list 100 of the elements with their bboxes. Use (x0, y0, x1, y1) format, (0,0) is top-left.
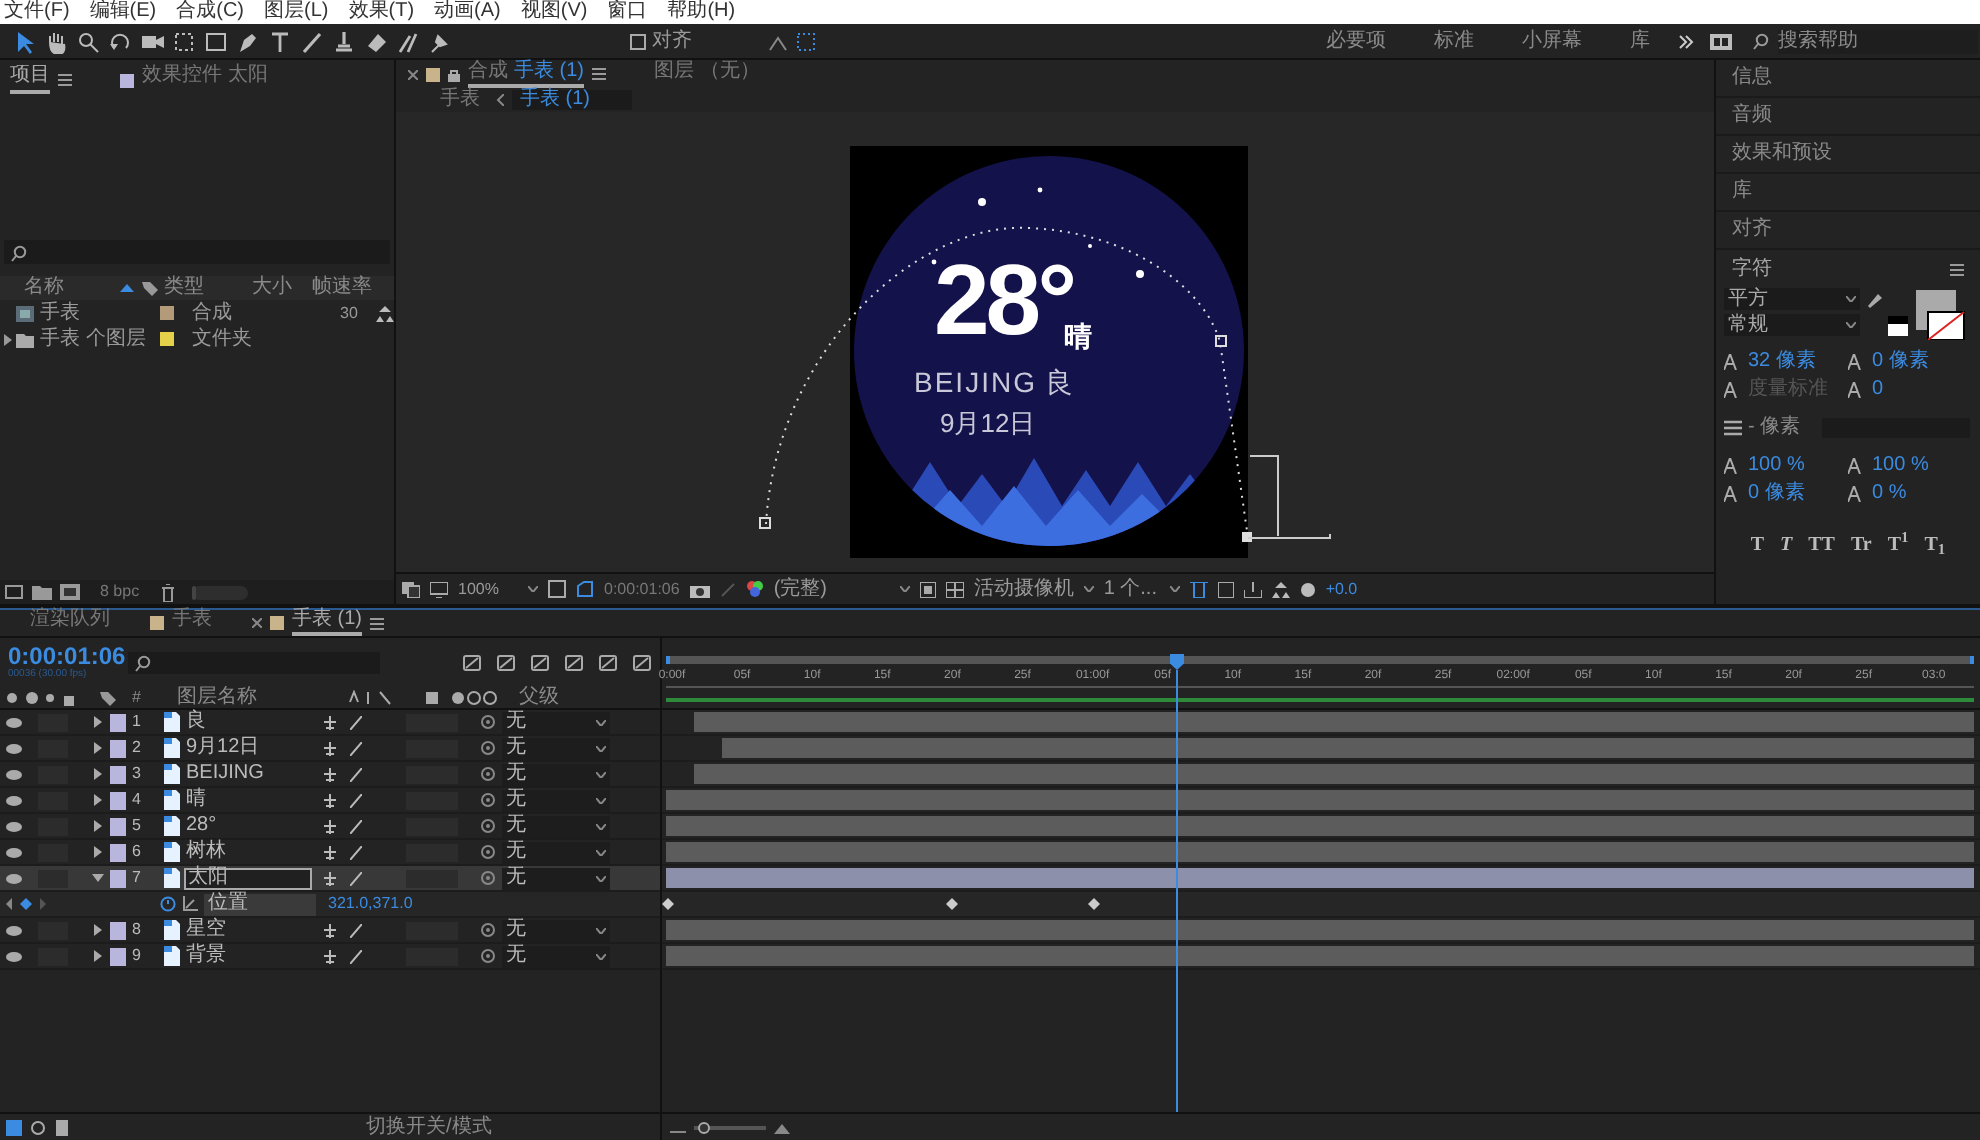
layer-switches-toggle-icon[interactable] (6, 1119, 22, 1135)
color-channels-icon[interactable] (745, 580, 764, 598)
toggle-switches-modes-button[interactable]: 切换开关/模式 (366, 1117, 492, 1137)
composition-flowchart-icon[interactable] (462, 652, 482, 672)
layer-name[interactable]: 晴 (184, 789, 312, 811)
bit-depth-button[interactable]: 8 bpc (100, 584, 140, 600)
transparency-grid-icon[interactable] (945, 581, 964, 597)
shy-layers-icon[interactable] (530, 652, 550, 672)
text-style-button[interactable]: T$_{1}$ (1924, 536, 1946, 556)
switch-cells[interactable] (406, 713, 458, 731)
workspace-tab[interactable]: 小屏幕 (1522, 31, 1582, 51)
layer-name[interactable]: 太阳 (184, 867, 312, 889)
expand-arrow-icon[interactable] (4, 333, 12, 345)
timeline-zoom-slider[interactable] (694, 1121, 766, 1133)
expand-toggle[interactable] (92, 820, 104, 832)
views-dropdown[interactable]: 1 个... (1103, 579, 1180, 599)
panel-section[interactable]: 效果和预设 (1716, 136, 1980, 174)
parent-dropdown[interactable]: 无 (502, 737, 610, 759)
export-icon[interactable] (1243, 581, 1262, 597)
snap-checkbox[interactable]: 对齐 (630, 31, 692, 51)
parent-dropdown[interactable]: 无 (502, 789, 610, 811)
panel-section[interactable]: 音频 (1716, 98, 1980, 136)
close-icon[interactable] (252, 618, 262, 628)
layer-row[interactable]: 1 良 无 (0, 710, 660, 736)
new-folder-icon[interactable] (32, 584, 52, 600)
playhead[interactable] (1170, 654, 1184, 1112)
collapse-switch-icon[interactable] (324, 767, 336, 781)
rectangle-icon[interactable] (204, 29, 228, 53)
property-value[interactable]: 321.0,371.0 (328, 896, 413, 912)
column-header[interactable]: 类型 (164, 278, 252, 298)
menu-icon[interactable] (1950, 263, 1964, 275)
column-header[interactable]: 父级 (518, 687, 559, 707)
parent-dropdown[interactable]: 无 (502, 815, 610, 837)
camera-snapshot-icon[interactable] (689, 581, 710, 597)
lock-icon[interactable] (448, 67, 460, 81)
expand-toggle[interactable] (92, 846, 104, 858)
pin-icon[interactable] (428, 29, 452, 53)
parent-dropdown[interactable]: 无 (502, 919, 610, 941)
flowchart-icon[interactable] (376, 305, 394, 321)
exposure-value[interactable]: +0.0 (1325, 581, 1358, 597)
panel-tab[interactable]: 效果控件 太阳 (142, 66, 268, 94)
menu-item[interactable]: 图层(L) (264, 2, 329, 22)
menu-item[interactable]: 合成(C) (176, 2, 245, 22)
trash-icon[interactable] (159, 583, 176, 601)
layer-row[interactable]: 9 背景 无 (0, 944, 660, 970)
keyframe-icon[interactable] (1088, 898, 1100, 910)
panel-tab[interactable]: 合成 手表 (1) (468, 61, 584, 87)
collapse-switch-icon[interactable] (324, 793, 336, 807)
label-swatch[interactable] (110, 791, 126, 809)
grid-snap-icon[interactable] (796, 31, 816, 51)
panel-section[interactable]: 信息 (1716, 60, 1980, 98)
leading-field[interactable]: 0 像素 (1848, 352, 1970, 372)
label-swatch[interactable] (110, 947, 126, 965)
panel-tab[interactable]: 图层 （无） (654, 61, 760, 87)
snap-options-icon[interactable] (768, 31, 788, 51)
monitor-icon[interactable] (430, 581, 448, 597)
menu-item[interactable]: 编辑(E) (89, 2, 157, 22)
graph-editor-icon[interactable] (632, 652, 652, 672)
fast-preview-icon[interactable] (1189, 581, 1208, 597)
parent-dropdown[interactable]: 无 (502, 867, 610, 889)
baseline-shift-field[interactable]: 0 像素 (1724, 484, 1846, 504)
pen-icon[interactable] (236, 29, 260, 53)
keyframe-icon[interactable] (946, 898, 958, 910)
label-swatch[interactable] (110, 739, 126, 757)
stamp-icon[interactable] (332, 29, 356, 53)
label-swatch[interactable] (110, 765, 126, 783)
sort-icon[interactable] (120, 284, 134, 292)
layer-search-field[interactable] (128, 651, 380, 673)
menu-icon[interactable] (370, 617, 384, 629)
layer-name[interactable]: 背景 (184, 945, 312, 967)
frame-blending-icon[interactable] (564, 652, 584, 672)
project-item-name[interactable]: 手表 (40, 303, 160, 323)
timeline-icon[interactable] (1217, 581, 1234, 597)
font-family-dropdown[interactable]: 平方 (1724, 288, 1860, 310)
menu-icon[interactable] (58, 74, 72, 86)
collapse-switch-icon[interactable] (324, 715, 336, 729)
layer-row[interactable]: 5 28° 无 (0, 814, 660, 840)
tsume-field[interactable]: 0 % (1848, 484, 1970, 504)
tracking-field[interactable]: 0 (1848, 380, 1970, 400)
current-time[interactable]: 0:00:01:06 (604, 581, 680, 597)
more-workspaces-icon[interactable] (1678, 33, 1694, 49)
brush-icon[interactable] (300, 29, 324, 53)
rotate-icon[interactable] (108, 29, 132, 53)
layer-name[interactable]: 树林 (184, 841, 312, 863)
slider-thumb[interactable] (697, 1121, 709, 1133)
text-style-button[interactable]: Tr (1850, 536, 1872, 556)
switch-cells[interactable] (38, 713, 68, 731)
panel-tab[interactable]: 渲染队列 (30, 610, 110, 636)
vertical-scale-field[interactable]: 100 % (1724, 456, 1846, 476)
collapse-switch-icon[interactable] (324, 923, 336, 937)
sync-settings-icon[interactable] (1710, 33, 1732, 49)
roto-brush-icon[interactable] (396, 29, 420, 53)
expand-toggle[interactable] (92, 716, 104, 728)
close-icon[interactable] (408, 69, 418, 79)
layer-name[interactable]: 9月12日 (184, 737, 312, 759)
layer-row[interactable]: 3 BEIJING 无 (0, 762, 660, 788)
breadcrumb[interactable]: 手表 (1) (512, 90, 632, 110)
snapshot-toggle-icon[interactable] (402, 581, 420, 597)
horizontal-scale-field[interactable]: 100 % (1848, 456, 1970, 476)
motion-blur-icon[interactable] (598, 652, 618, 672)
